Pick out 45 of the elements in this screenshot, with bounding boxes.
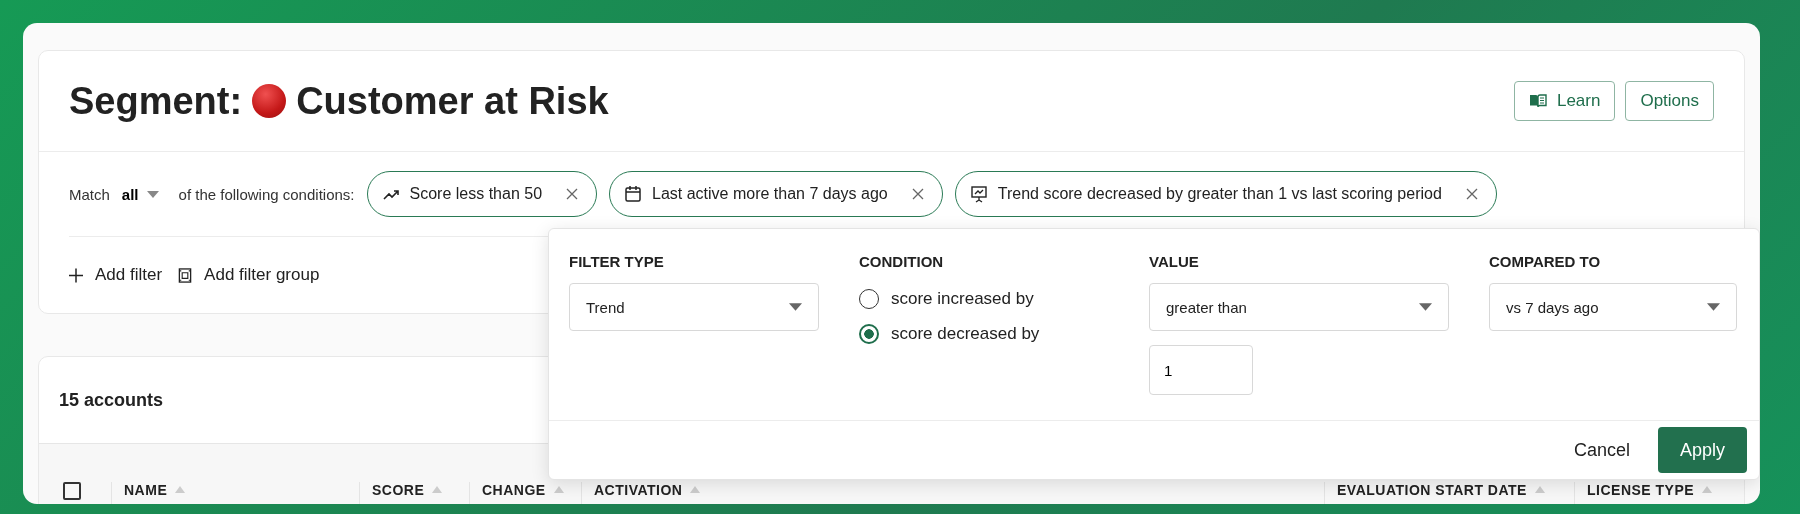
caret-icon [1707,303,1720,311]
condition-radio[interactable]: score increased by [859,289,1109,309]
field-label: COMPARED TO [1489,253,1602,271]
caret-icon [146,190,159,198]
page-title: Segment: Customer at Risk [69,79,609,123]
select-all-checkbox[interactable] [63,482,81,500]
book-icon [1528,94,1547,108]
add-filter-button[interactable]: Add filter group [178,265,320,285]
close-icon[interactable] [911,188,924,200]
column-header[interactable]: LICENSE TYPE [1587,482,1695,498]
plus-icon [69,267,83,283]
sort-icon[interactable] [553,486,564,493]
condition-radio[interactable]: score decreased by [859,324,1109,344]
column-header[interactable]: ACTIVATION [594,482,683,498]
sort-icon[interactable] [1534,486,1545,493]
column-header[interactable]: SCORE [372,482,425,498]
column-header[interactable]: EVALUATION START DATE [1337,482,1527,498]
sort-icon[interactable] [432,486,443,493]
match-select[interactable]: all [121,185,167,203]
field-label: FILTER TYPE [569,253,665,271]
column-header[interactable]: NAME [124,482,168,498]
compared-to-select[interactable]: vs 7 days ago [1489,283,1737,331]
status-dot-icon [252,84,287,118]
match-label: Match [69,185,110,203]
column-header[interactable]: CHANGE [482,482,546,498]
calendar-icon [624,185,643,203]
sort-icon[interactable] [690,486,701,493]
operator-select[interactable]: greater than [1149,283,1449,331]
caret-icon [1419,303,1432,311]
field-label: VALUE [1149,253,1200,271]
presentation-chart-icon [969,185,988,203]
caret-icon [789,303,802,311]
field-label: CONDITION [859,253,945,271]
close-icon[interactable] [1465,188,1478,200]
filter-type-select[interactable]: Trend [569,283,819,331]
amount-input[interactable]: 1 [1149,345,1253,395]
sort-icon[interactable] [175,486,186,493]
header-button[interactable]: Learn [1513,81,1616,121]
header-button[interactable]: Options [1625,81,1714,121]
sort-icon[interactable] [1702,486,1713,493]
close-icon[interactable] [566,188,579,200]
conditions-label: of the following conditions: [178,185,355,203]
group-icon [178,267,193,283]
add-filter-button[interactable]: Add filter [69,265,163,285]
apply-button[interactable]: Apply [1657,427,1747,473]
